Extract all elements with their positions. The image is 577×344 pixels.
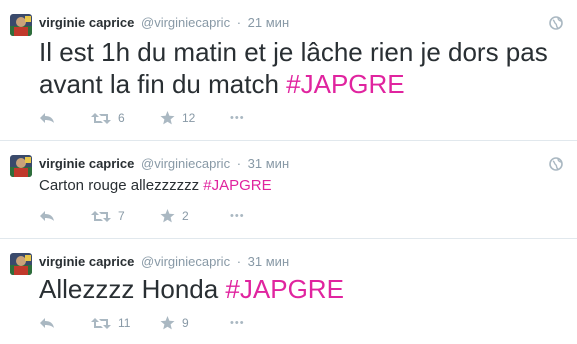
avatar[interactable] bbox=[10, 253, 32, 275]
tweet[interactable]: virginie caprice @virginiecapric · 31 ми… bbox=[0, 239, 577, 344]
tweet[interactable]: virginie caprice @virginiecapric · 31 ми… bbox=[0, 141, 577, 239]
hashtag-link[interactable]: #JAPGRE bbox=[203, 177, 271, 194]
user-name[interactable]: virginie caprice bbox=[39, 254, 134, 269]
tweet-text: Carton rouge allezzzzzz #JAPGRE bbox=[39, 176, 563, 196]
favorite-count: 9 bbox=[182, 316, 189, 330]
reply-button[interactable] bbox=[39, 210, 91, 222]
separator: · bbox=[236, 254, 242, 269]
tweet-header: virginie caprice @virginiecapric · 31 ми… bbox=[39, 253, 289, 271]
retweet-icon bbox=[91, 210, 111, 222]
reply-icon bbox=[40, 211, 54, 221]
hashtag-link[interactable]: #JAPGRE bbox=[286, 69, 405, 99]
star-icon bbox=[160, 111, 175, 125]
timestamp[interactable]: 31 мин bbox=[248, 156, 289, 171]
timestamp[interactable]: 21 мин bbox=[248, 15, 289, 30]
globe-icon[interactable] bbox=[549, 157, 563, 171]
star-icon bbox=[160, 316, 175, 330]
tweet-actions: 6 12 ••• bbox=[39, 109, 245, 127]
favorite-button[interactable]: 9 bbox=[160, 316, 230, 330]
user-name[interactable]: virginie caprice bbox=[39, 15, 134, 30]
user-handle[interactable]: @virginiecapric bbox=[141, 156, 230, 171]
more-icon: ••• bbox=[230, 317, 245, 329]
tweet-body: Allezzzz Honda bbox=[39, 274, 226, 304]
tweet-actions: 11 9 ••• bbox=[39, 314, 245, 332]
user-handle[interactable]: @virginiecapric bbox=[141, 254, 230, 269]
tweet-body: Carton rouge allezzzzzz bbox=[39, 177, 204, 194]
star-icon bbox=[160, 209, 175, 223]
reply-icon bbox=[40, 318, 54, 328]
more-icon: ••• bbox=[230, 112, 245, 124]
separator: · bbox=[236, 156, 242, 171]
tweet-actions: 7 2 ••• bbox=[39, 207, 245, 225]
favorite-button[interactable]: 2 bbox=[160, 209, 230, 223]
tweet-text: Il est 1h du matin et je lâche rien je d… bbox=[39, 36, 563, 100]
user-handle[interactable]: @virginiecapric bbox=[141, 15, 230, 30]
retweet-button[interactable]: 11 bbox=[91, 316, 160, 330]
retweet-count: 7 bbox=[118, 209, 125, 223]
globe-icon[interactable] bbox=[549, 16, 563, 30]
reply-button[interactable] bbox=[39, 317, 91, 329]
favorite-count: 12 bbox=[182, 111, 196, 125]
hashtag-link[interactable]: #JAPGRE bbox=[225, 274, 344, 304]
retweet-button[interactable]: 6 bbox=[91, 111, 160, 125]
tweet-header: virginie caprice @virginiecapric · 31 ми… bbox=[39, 155, 289, 173]
timestamp[interactable]: 31 мин bbox=[248, 254, 289, 269]
reply-icon bbox=[40, 113, 54, 123]
favorite-count: 2 bbox=[182, 209, 189, 223]
avatar[interactable] bbox=[10, 14, 32, 36]
retweet-button[interactable]: 7 bbox=[91, 209, 160, 223]
avatar[interactable] bbox=[10, 155, 32, 177]
tweet-header: virginie caprice @virginiecapric · 21 ми… bbox=[39, 14, 289, 32]
retweet-count: 6 bbox=[118, 111, 125, 125]
user-name[interactable]: virginie caprice bbox=[39, 156, 134, 171]
more-button[interactable]: ••• bbox=[230, 112, 245, 124]
favorite-button[interactable]: 12 bbox=[160, 111, 230, 125]
retweet-icon bbox=[91, 112, 111, 124]
more-button[interactable]: ••• bbox=[230, 317, 245, 329]
tweet-text: Allezzzz Honda #JAPGRE bbox=[39, 273, 563, 305]
retweet-icon bbox=[91, 317, 111, 329]
separator: · bbox=[236, 15, 242, 30]
more-icon: ••• bbox=[230, 210, 245, 222]
reply-button[interactable] bbox=[39, 112, 91, 124]
tweet[interactable]: virginie caprice @virginiecapric · 21 ми… bbox=[0, 0, 577, 141]
more-button[interactable]: ••• bbox=[230, 210, 245, 222]
retweet-count: 11 bbox=[118, 316, 131, 330]
